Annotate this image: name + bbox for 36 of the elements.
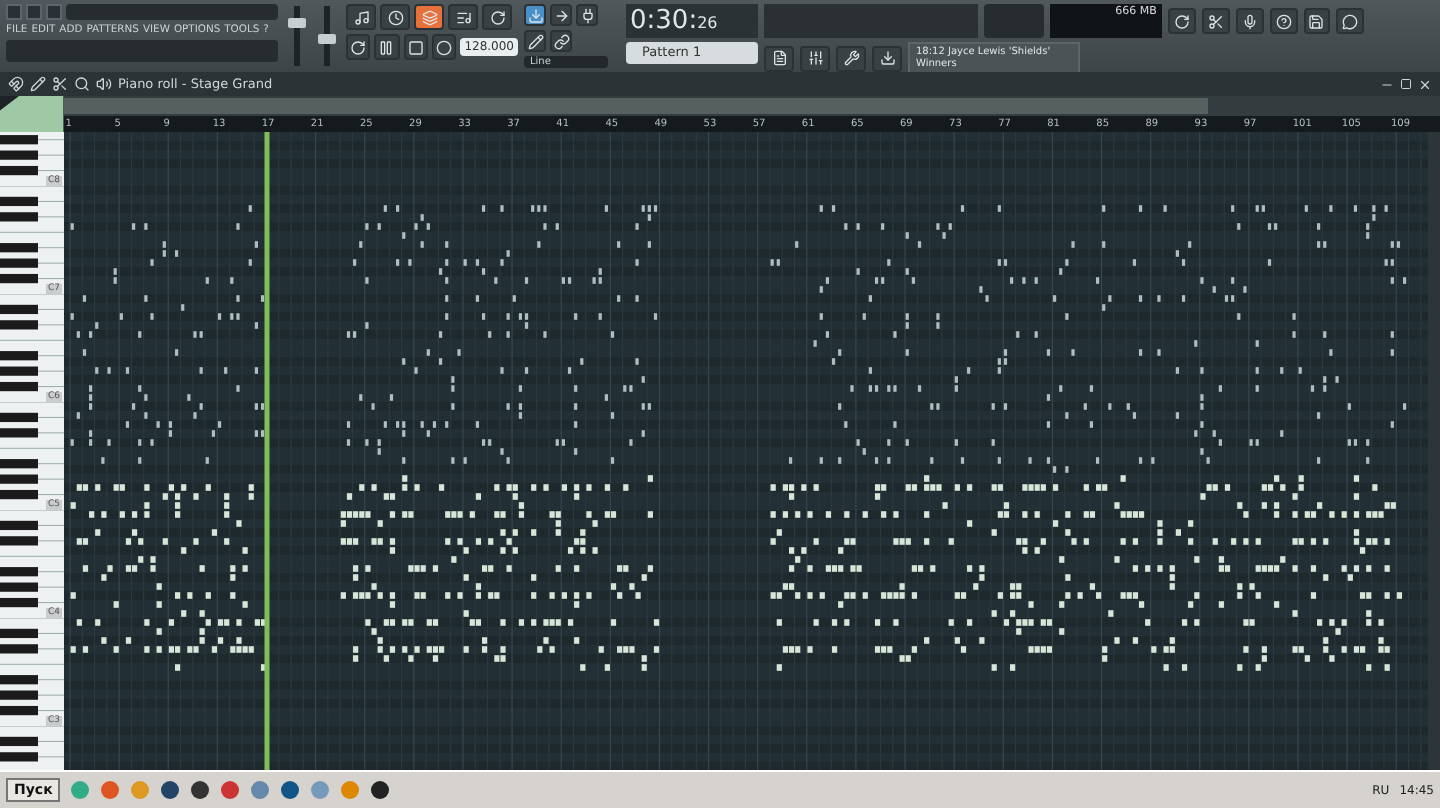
undo-icon[interactable] (1168, 8, 1197, 34)
record-icon[interactable] (431, 34, 457, 60)
stop-icon[interactable] (403, 34, 428, 60)
download-icon[interactable] (524, 4, 546, 26)
wait-icon[interactable] (380, 4, 410, 30)
magnet-icon[interactable] (8, 76, 24, 92)
vertical-scrollbar[interactable] (1428, 132, 1440, 770)
save-icon[interactable] (1303, 8, 1331, 34)
microphone-icon[interactable] (1235, 8, 1264, 34)
time-display: 0:30:26 (626, 4, 758, 38)
link-icon[interactable] (550, 30, 572, 52)
horizontal-scrollbar[interactable] (63, 98, 1208, 114)
app-icon[interactable] (190, 780, 211, 800)
pause-icon[interactable] (374, 34, 400, 60)
chat-icon[interactable] (1336, 8, 1365, 34)
tool-icon[interactable] (836, 45, 866, 71)
zoom-icon[interactable] (74, 76, 90, 92)
loop-icon[interactable] (482, 4, 512, 30)
app-icon[interactable] (370, 780, 391, 800)
mixer-icon[interactable] (800, 45, 830, 71)
slider-track[interactable] (294, 6, 300, 66)
keyboard-corner (0, 96, 64, 132)
app-icon[interactable] (160, 780, 181, 800)
maximize-icon[interactable] (1400, 78, 1412, 90)
scissors-icon[interactable] (1202, 8, 1230, 34)
arrow-right-icon[interactable] (550, 4, 572, 26)
plug-icon[interactable] (576, 4, 598, 26)
scissors-icon[interactable] (52, 76, 68, 92)
slider-thumb[interactable] (288, 18, 306, 29)
slider-thumb[interactable] (318, 33, 336, 44)
slider-track[interactable] (324, 6, 330, 66)
help-icon[interactable] (1269, 8, 1297, 34)
close-icon[interactable] (1418, 77, 1432, 91)
app-icon[interactable] (280, 780, 301, 800)
speaker-icon[interactable] (96, 76, 112, 92)
pencil-icon[interactable] (524, 30, 546, 52)
